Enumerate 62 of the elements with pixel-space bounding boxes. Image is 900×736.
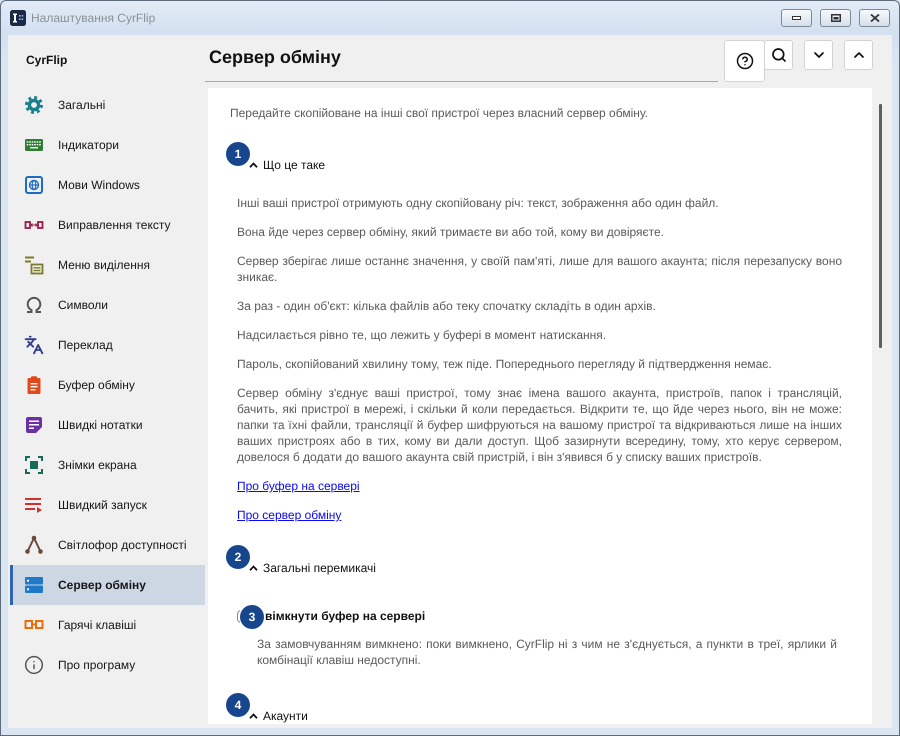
sidebar-item[interactable]: Загальні [10,85,205,125]
list-menu-icon [24,255,44,275]
page-title: Сервер обміну [205,35,718,82]
option-description: За замовчуванням вимкнено: поки вимкнено, CyrFlip ні з чим не з'єднується, а пункти в треї, ярлики й комбінації клавіш недоступні. [257,636,837,668]
sidebar-item[interactable]: Сервер обміну [10,565,205,605]
sidebar-item[interactable]: Гарячі клавіші [10,605,205,645]
collapse-all-button[interactable] [804,40,833,70]
sidebar-item[interactable]: Індикатори [10,125,205,165]
paragraph: Пароль, скопійований хвилину тому, теж піде. Попереднього перегляду й підтвердження немає. [237,356,773,372]
step-badge: 2 [226,545,250,569]
translate-icon [24,335,44,355]
tree-nodes-icon [24,535,44,555]
step-badge: 3 [240,605,264,629]
section-header[interactable]: Загальні перемикачі [249,560,376,576]
sidebar-item[interactable]: Переклад [10,325,205,365]
app-logo-icon [10,10,26,26]
help-icon [736,52,754,70]
omega-icon [24,295,44,315]
sidebar-item[interactable]: Буфер обміну [10,365,205,405]
app-name: CyrFlip [25,52,68,69]
help-link[interactable]: Про буфер на сервері [237,478,360,494]
sidebar-item[interactable]: Про програму [10,645,205,685]
paragraph: Надсилається рівно те, що лежить у буфері в момент натискання. [237,327,608,343]
search-icon [770,47,786,63]
sidebar-item[interactable]: Мови Windows [10,165,205,205]
minimize-icon [792,16,801,20]
search-button[interactable] [764,40,793,70]
step-badge: 4 [226,693,250,717]
paragraph: За раз - один об'єкт: кілька файлів або теку спочатку складіть в один архів. [237,298,657,314]
playlist-icon [24,495,44,515]
info-icon [24,655,44,675]
help-link[interactable]: Про сервер обміну [237,507,342,523]
sidebar-item[interactable]: Швидкий запуск [10,485,205,525]
window-title: Налаштування CyrFlip [31,11,156,25]
server-icon [24,575,44,595]
note-icon [24,415,44,435]
sidebar-item[interactable]: Знімки екрана [10,445,205,485]
sidebar-item[interactable]: Швидкі нотатки [10,405,205,445]
gear-icon [24,95,44,115]
maximize-button[interactable] [820,9,851,27]
paragraph: Сервер зберігає лише останнє значення, у своїй пам'яті, лише для вашого акаунта; після перезапуску воно зникає. [237,253,842,285]
expand-all-button[interactable] [844,40,873,70]
close-icon [870,14,880,22]
sidebar-item[interactable]: Виправлення тексту [10,205,205,245]
section-header[interactable]: Акаунти [249,708,308,724]
close-button[interactable] [859,9,890,27]
maximize-icon [830,14,840,22]
option-label: вімкнути буфер на сервері [265,609,426,623]
scrollbar-thumb[interactable] [878,104,882,348]
paragraph: Інші ваші пристрої отримують одну скопійовану річ: текст, зображення або один файл. [237,195,720,211]
sidebar-item[interactable]: Світлофор доступності [10,525,205,565]
help-button[interactable] [724,40,765,82]
section-header[interactable]: Що це таке [249,157,326,173]
globe-icon [24,175,44,195]
sidebar-item[interactable]: Меню виділення [10,245,205,285]
intro-text: Передайте скопійоване на інші свої пристрої через власний сервер обміну. [230,105,648,121]
sidebar-item[interactable]: Символи [10,285,205,325]
step-badge: 1 [226,142,250,166]
minimize-button[interactable] [781,9,812,27]
frame-corners-icon [24,455,44,475]
paragraph: Вона йде через сервер обміну, який тримаєте ви або той, кому ви довіряєте. [237,224,666,240]
paragraph: Сервер обміну з'єднує ваші пристрої, тому знає імена вашого акаунта, пристроїв, папок і трансляцій, бачить, які пристрої в мережі, і скільки й коли передається. Відкрити те, що йде через нього, він не може: папки та їхні файли, трансляції й буфер шифруються на вашому пристрої та відкриваються лише на інших ваших пристроях або в тих, кому ви дали доступ. Щоб зазирнути всередину, тому, хто керує сервером, довелося б додати до вашого акаунта свій пристрій, і він з'явився б у списку ваших пристроїв. [237,385,842,465]
